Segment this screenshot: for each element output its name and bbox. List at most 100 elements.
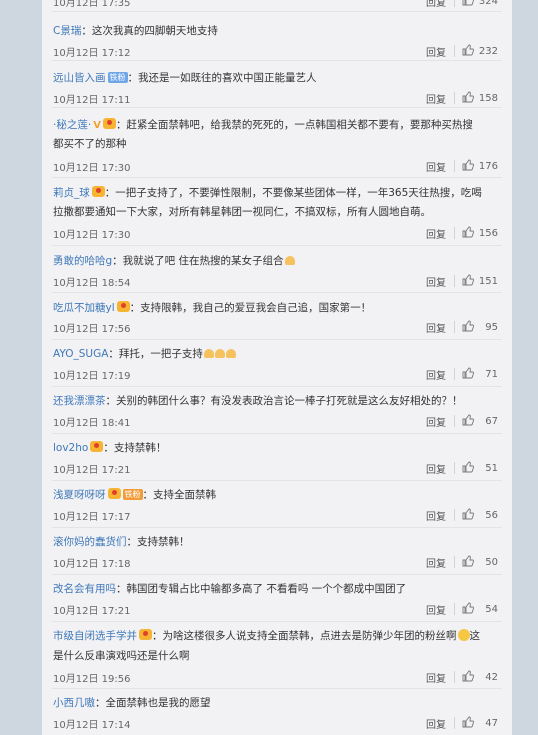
comment-time: 10月12日 18:41 [53, 418, 131, 429]
comment-text: ：拜托，一把子支持 [108, 348, 203, 360]
reply-button[interactable]: 回复 [426, 508, 446, 523]
reply-button[interactable]: 回复 [426, 555, 446, 570]
comment-text: ：我还是一如既往的喜欢中国正能量艺人 [127, 72, 317, 84]
pray-hands-icon [225, 349, 236, 358]
comment-item: AYO_SUGA：拜托，一把子支持 10月12日 17:19 回复 71 [42, 340, 512, 387]
comment-text: ：韩国团专辑占比中输都多高了 不看看吗 一个个都成中国团了 [116, 583, 407, 595]
comment-time: 10月12日 17:21 [53, 465, 131, 476]
comment-body-cont: 拉撒都要通知一下大家，对所有韩星韩团一视同仁，不搞双标，所有人圆地自萌。 [53, 206, 431, 218]
like-button[interactable]: 232 [462, 44, 498, 57]
member-badge-icon [91, 186, 105, 197]
comment-body: AYO_SUGA：拜托，一把子支持 [53, 345, 501, 364]
reply-button[interactable]: 回复 [426, 461, 446, 476]
like-button[interactable]: 54 [462, 602, 498, 615]
reply-button[interactable]: 回复 [426, 159, 446, 174]
like-count: 158 [478, 93, 498, 104]
like-count: 51 [485, 463, 498, 474]
comment-username[interactable]: C景瑞 [53, 25, 81, 37]
divider [454, 160, 455, 172]
comment-time: 10月12日 17:30 [53, 163, 131, 174]
divider [454, 717, 455, 729]
reply-button[interactable]: 回复 [426, 0, 446, 9]
like-count: 176 [478, 161, 498, 172]
reply-button[interactable]: 回复 [426, 226, 446, 241]
comment-text: ：全面禁韩也是我的愿望 [95, 697, 211, 709]
thumbs-up-icon [462, 44, 474, 56]
reply-button[interactable]: 回复 [426, 91, 446, 106]
comment-body: 滚你妈的蠢货们：支持禁韩！ [53, 533, 501, 552]
comment-time: 10月12日 17:35 [53, 0, 131, 9]
divider [454, 0, 455, 7]
like-count: 50 [485, 557, 498, 568]
comment-username[interactable]: 吃瓜不加糖yl [53, 302, 115, 314]
comment-username[interactable]: 滚你妈的蠢货们 [53, 536, 127, 548]
comment-username[interactable]: lov2ho [53, 442, 88, 454]
thumbs-up-icon [462, 274, 474, 286]
verified-icon: V [93, 120, 101, 131]
like-button[interactable]: 151 [462, 274, 498, 287]
comment-body: 吃瓜不加糖yl ：支持限韩，我自己的爱豆我会自己追，国家第一！ [53, 299, 501, 318]
reply-button[interactable]: 回复 [426, 320, 446, 335]
thumbs-up-icon [462, 159, 474, 171]
comment-time: 10月12日 17:56 [53, 324, 131, 335]
reply-button[interactable]: 回复 [426, 716, 446, 731]
comment-time: 10月12日 19:56 [53, 674, 131, 685]
like-button[interactable]: 71 [462, 367, 498, 380]
thumbs-up-icon [462, 716, 474, 728]
divider [454, 603, 455, 615]
like-button[interactable]: 324 [462, 0, 498, 7]
like-count: 156 [478, 228, 498, 239]
comment-username[interactable]: 小西几嗷 [53, 697, 95, 709]
fan-badge: 铁粉 [122, 489, 143, 500]
thumbs-up-icon [462, 367, 474, 379]
comment-time: 10月12日 17:14 [53, 720, 131, 731]
comment-username[interactable]: ·秘之莲· [53, 119, 91, 131]
comment-item: 浅夏呀呀呀 铁粉 ：支持全面禁韩 10月12日 17:17 回复 56 [42, 481, 512, 528]
like-button[interactable]: 156 [462, 226, 498, 239]
like-button[interactable]: 50 [462, 555, 498, 568]
comment-username[interactable]: 市级自闭选手学并 [53, 630, 137, 642]
comment-body: 勇敢的哈哈g：我就说了吧 住在热搜的某女子组合 [53, 252, 501, 271]
like-button[interactable]: 56 [462, 508, 498, 521]
comment-body: 还我漂漂茶：关别的韩团什么事？有没发表政治言论一棒子打死就是这么友好相处的？！ [53, 392, 501, 411]
comment-time: 10月12日 17:17 [53, 512, 131, 523]
like-count: 232 [478, 46, 498, 57]
thumbs-up-icon [462, 414, 474, 426]
thumbs-up-icon [462, 461, 474, 473]
member-badge-icon [116, 301, 130, 312]
reply-button[interactable]: 回复 [426, 670, 446, 685]
comment-username[interactable]: 勇敢的哈哈g [53, 255, 112, 267]
comment-time: 10月12日 17:30 [53, 230, 131, 241]
reply-button[interactable]: 回复 [426, 274, 446, 289]
thumbs-up-icon [462, 91, 474, 103]
comment-username[interactable]: 还我漂漂茶 [53, 395, 106, 407]
like-button[interactable]: 95 [462, 320, 498, 333]
comment-text: ：支持全面禁韩 [142, 489, 217, 501]
sweat-smile-emoji-icon [457, 629, 470, 641]
like-count: 71 [485, 369, 498, 380]
comment-username[interactable]: 改名会有用吗 [53, 583, 116, 595]
comment-item: 滚你妈的蠢货们：支持禁韩！ 10月12日 17:18 回复 50 [42, 528, 512, 575]
comment-item: 远山皆入画 铁粉 ：我还是一如既往的喜欢中国正能量艺人 10月12日 17:11 回… [42, 61, 512, 108]
reply-button[interactable]: 回复 [426, 602, 446, 617]
like-button[interactable]: 51 [462, 461, 498, 474]
like-button[interactable]: 176 [462, 159, 498, 172]
reply-button[interactable]: 回复 [426, 414, 446, 429]
comment-body: C景瑞：这次我真的四脚朝天地支持 [53, 22, 501, 41]
comment-body: 莉贞_球 ：一把子支持了，不要弹性限制，不要像某些团体一样，一年365天往热搜，吃… [53, 184, 501, 203]
comment-username[interactable]: 远山皆入画 [53, 72, 106, 84]
like-button[interactable]: 67 [462, 414, 498, 427]
like-button[interactable]: 42 [462, 670, 498, 683]
comment-username[interactable]: 浅夏呀呀呀 [53, 489, 106, 501]
like-button[interactable]: 158 [462, 91, 498, 104]
fist-emoji-icon [284, 256, 295, 265]
like-button[interactable]: 47 [462, 716, 498, 729]
reply-button[interactable]: 回复 [426, 367, 446, 382]
comment-username[interactable]: 莉贞_球 [53, 187, 90, 199]
comment-username[interactable]: AYO_SUGA [53, 348, 108, 360]
comment-item: 市级自闭选手学并 ：为啥这楼很多人说支持全面禁韩，点进去是防弹少年团的粉丝啊这 是… [42, 622, 512, 689]
comment-body: 改名会有用吗：韩国团专辑占比中输都多高了 不看看吗 一个个都成中国团了 [53, 580, 501, 599]
comment-text: ：赶紧全面禁韩吧，给我禁的死死的，一点韩国相关都不要有，要那种买热搜 [115, 119, 473, 131]
comment-text-end: 这 [469, 630, 481, 642]
reply-button[interactable]: 回复 [426, 44, 446, 59]
